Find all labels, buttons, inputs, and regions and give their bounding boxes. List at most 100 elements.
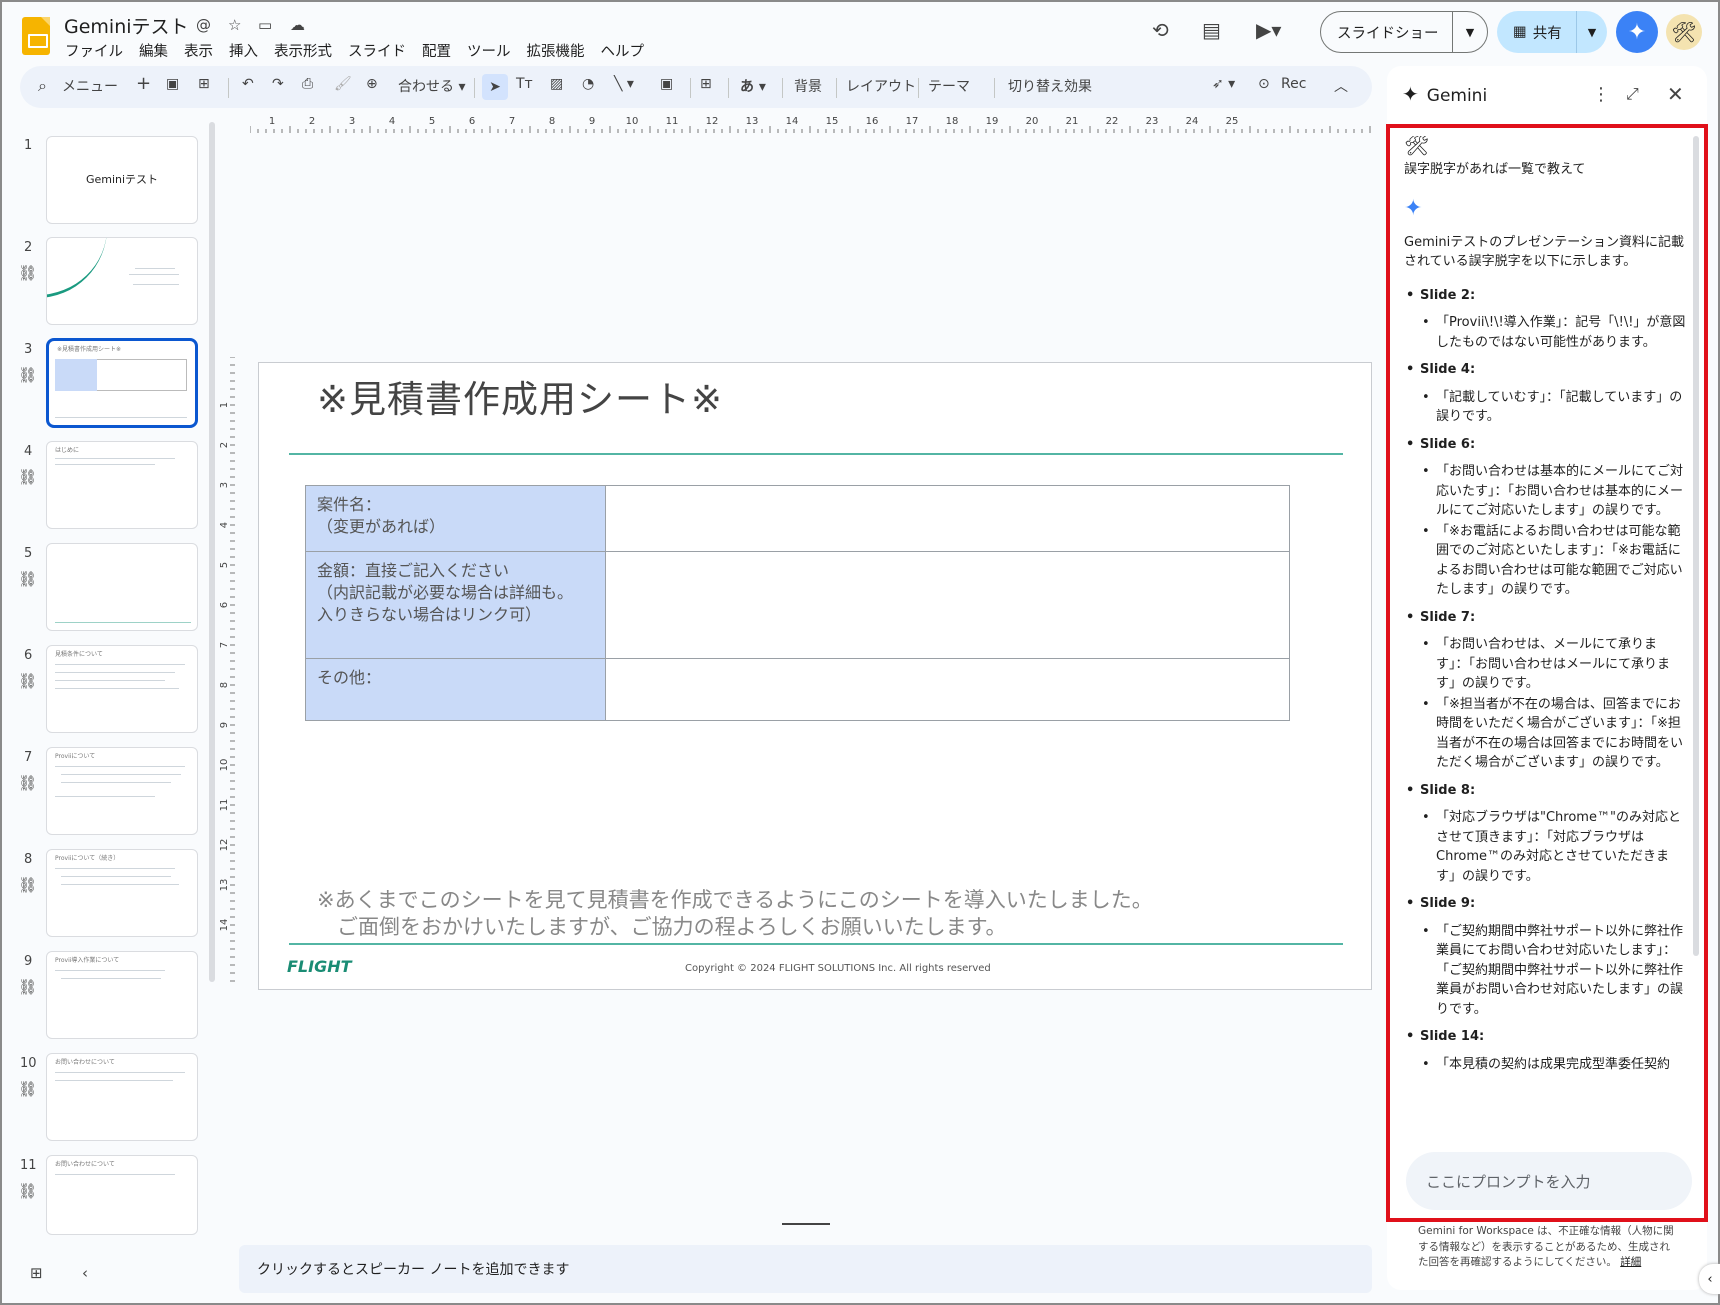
more-options-icon[interactable]: ⋮ (1592, 84, 1610, 105)
ruler-tick-label: 5 (429, 116, 435, 127)
document-title[interactable]: Geminiテスト (64, 12, 189, 39)
print-icon[interactable]: ⎙ (302, 76, 313, 92)
shape-icon[interactable]: ◔ (582, 76, 594, 92)
image-icon[interactable]: ▨ (550, 76, 563, 92)
ruler-tick-label: 25 (1226, 116, 1239, 127)
menu-view[interactable]: 表示 (184, 40, 213, 61)
collapse-filmstrip-icon[interactable]: ‹ (82, 1264, 88, 1282)
slide-thumbnail-1[interactable]: Geminiテスト (46, 136, 198, 224)
response-item-list: 「お問い合わせは基本的にメールにてご対応いたす」：「お問い合わせは基本的にメール… (1422, 462, 1686, 600)
comments-icon[interactable]: ▤ (1202, 18, 1221, 42)
user-avatar[interactable]: 🛠 (1666, 14, 1702, 50)
response-item-list: 「ご契約期間中弊社サポート以外に弊社作業員にてお問い合わせ対応いたします」：「ご… (1422, 922, 1686, 1020)
slide-thumbnail-10[interactable]: お問い合わせについて (46, 1053, 198, 1141)
collapse-toolbar-icon[interactable]: ︿ (1334, 76, 1348, 96)
table-label-cell[interactable]: 案件名： （変更があれば） (305, 485, 606, 552)
share-dropdown-icon[interactable]: ▼ (1577, 26, 1607, 39)
vertical-ruler[interactable]: 1234567891011121314 (218, 357, 236, 987)
paint-format-icon[interactable]: 🖌 (334, 76, 352, 92)
line-icon[interactable]: ╲ ▾ (614, 76, 634, 92)
input-tools-icon[interactable]: あ ▾ (740, 76, 766, 96)
notes-resize-handle[interactable] (782, 1223, 830, 1225)
estimate-table[interactable]: 案件名： （変更があれば） 金額：直接ご記入ください （内訳記載が必要な場合は詳細も… (305, 485, 1290, 721)
menu-insert[interactable]: 挿入 (229, 40, 258, 61)
insert-slide-icon[interactable]: ⊞ (198, 76, 210, 92)
filmstrip-scrollbar[interactable] (209, 122, 215, 982)
meet-icon[interactable]: ▶▾ (1256, 18, 1281, 42)
slide-note-text[interactable]: ※あくまでこのシートを見て見積書を作成できるようにこのシートを導入いたしました。… (317, 887, 1153, 941)
gemini-chat-scrollbar[interactable] (1693, 136, 1699, 956)
slide-thumbnail-6[interactable]: 見積条件について (46, 645, 198, 733)
gemini-chat-area[interactable]: 🛠 誤字脱字があれば一覧で教えて ✦ Geminiテストのプレゼンテーション資料… (1386, 124, 1708, 1222)
user-avatar-small: 🛠 (1404, 136, 1430, 157)
share-button[interactable]: ▦ 共有 ▼ (1497, 11, 1607, 53)
expand-icon[interactable]: ⤢ (1626, 84, 1639, 104)
gemini-prompt-input[interactable]: ここにプロンプトを入力 (1406, 1152, 1692, 1210)
menu-edit[interactable]: 編集 (139, 40, 168, 61)
slideshow-button[interactable]: スライドショー ▼ (1320, 11, 1488, 53)
user-prompt: 誤字脱字があれば一覧で教えて (1404, 161, 1586, 177)
menu-extensions[interactable]: 拡張機能 (527, 40, 585, 61)
slides-logo-icon[interactable] (22, 17, 50, 55)
ruler-tick-label: 12 (706, 116, 719, 127)
zoom-icon[interactable]: ⊕ (366, 76, 378, 92)
menu-slide[interactable]: スライド (348, 40, 406, 61)
zoom-label: 合わせる (398, 79, 454, 95)
slide-thumbnail-4[interactable]: はじめに (46, 441, 198, 529)
redo-icon[interactable]: ↷ (272, 76, 284, 92)
table-value-cell[interactable] (605, 485, 1290, 552)
slide-thumbnail-3-selected[interactable]: ※見積書作成用シート※ (46, 338, 198, 428)
layout-button[interactable]: レイアウト (846, 76, 916, 96)
background-button[interactable]: 背景 (794, 76, 822, 96)
slide-thumbnail-5[interactable] (46, 543, 198, 631)
gemini-sparkle-button[interactable]: ✦ (1616, 11, 1658, 53)
disclaimer-details-link[interactable]: 詳細 (1620, 1256, 1641, 1268)
slideshow-label[interactable]: スライドショー (1321, 12, 1453, 52)
menu-tools[interactable]: ツール (467, 40, 511, 61)
table-label-cell[interactable]: その他： (305, 658, 606, 721)
horizontal-ruler[interactable]: 1 2 3 4 5 6 7 8 9 10 11 12 13 14 15 16 17 18 19 20 21 22 23 24 2… (250, 116, 1372, 134)
ruler-tick-label: 3 (219, 482, 230, 488)
table-label-cell[interactable]: 金額：直接ご記入ください （内訳記載が必要な場合は詳細も。 入りきらない場合はリンク… (305, 551, 606, 659)
close-icon[interactable]: ✕ (1667, 82, 1684, 106)
slide-thumbnail-11[interactable]: お問い合わせについて (46, 1155, 198, 1235)
slide-thumbnail-8[interactable]: Proviiについて（続き） (46, 849, 198, 937)
menu-help[interactable]: ヘルプ (601, 40, 645, 61)
grid-view-icon[interactable]: ⊞ (30, 1264, 43, 1282)
theme-button[interactable]: テーマ (928, 76, 970, 96)
menu-format[interactable]: 表示形式 (274, 40, 332, 61)
undo-icon[interactable]: ↶ (242, 76, 254, 92)
slide-thumbnail-2[interactable] (46, 237, 198, 325)
version-history-icon[interactable]: ⟲ (1152, 18, 1169, 42)
transition-button[interactable]: 切り替え効果 (1008, 76, 1092, 96)
rec-button[interactable]: Rec (1281, 76, 1306, 92)
slide-thumbnail-9[interactable]: Provii導入作業について (46, 951, 198, 1039)
slide-title[interactable]: ※見積書作成用シート※ (317, 369, 723, 423)
star-icon[interactable]: ☆ (228, 16, 241, 34)
slide-layout-icon[interactable]: ▣ (166, 76, 179, 92)
text-box-icon[interactable]: Tт (516, 76, 533, 92)
search-menu-icon[interactable]: ⌕ (38, 76, 47, 96)
pointer-icon[interactable]: ➶ ▾ (1212, 76, 1235, 92)
select-cursor-icon[interactable]: ➤ (482, 74, 508, 100)
slideshow-dropdown-icon[interactable]: ▼ (1453, 26, 1487, 39)
rec-icon[interactable]: ⊙ (1258, 76, 1270, 92)
menu-file[interactable]: ファイル (65, 40, 123, 61)
collapse-side-panel-icon[interactable]: ‹ (1699, 1264, 1720, 1294)
table-value-cell[interactable] (605, 658, 1290, 721)
at-mention-icon[interactable]: @ (196, 16, 211, 34)
gemini-response-list: Slide 2: 「Provii\!\!導入作業」：記号「\!\!」が意図したもの… (1404, 286, 1686, 1075)
slide-thumbnail-title: ※見積書作成用シート※ (57, 346, 122, 353)
table-row: その他： (305, 658, 1290, 721)
menu-arrange[interactable]: 配置 (422, 40, 451, 61)
search-menu-label[interactable]: メニュー (62, 76, 118, 96)
slide-canvas[interactable]: ※見積書作成用シート※ 案件名： （変更があれば） 金額：直接ご記入ください （内訳… (258, 362, 1372, 990)
new-slide-icon[interactable]: + (136, 73, 151, 94)
comment-add-icon[interactable]: ⊞ (700, 76, 712, 92)
move-folder-icon[interactable]: ▭ (258, 16, 272, 34)
speaker-notes-field[interactable]: クリックするとスピーカー ノートを追加できます (239, 1245, 1372, 1293)
zoom-select[interactable]: 合わせる ▾ (398, 76, 465, 96)
slide-thumbnail-7[interactable]: Proviiについて (46, 747, 198, 835)
table-value-cell[interactable] (605, 551, 1290, 659)
video-icon[interactable]: ▣ (660, 76, 673, 92)
